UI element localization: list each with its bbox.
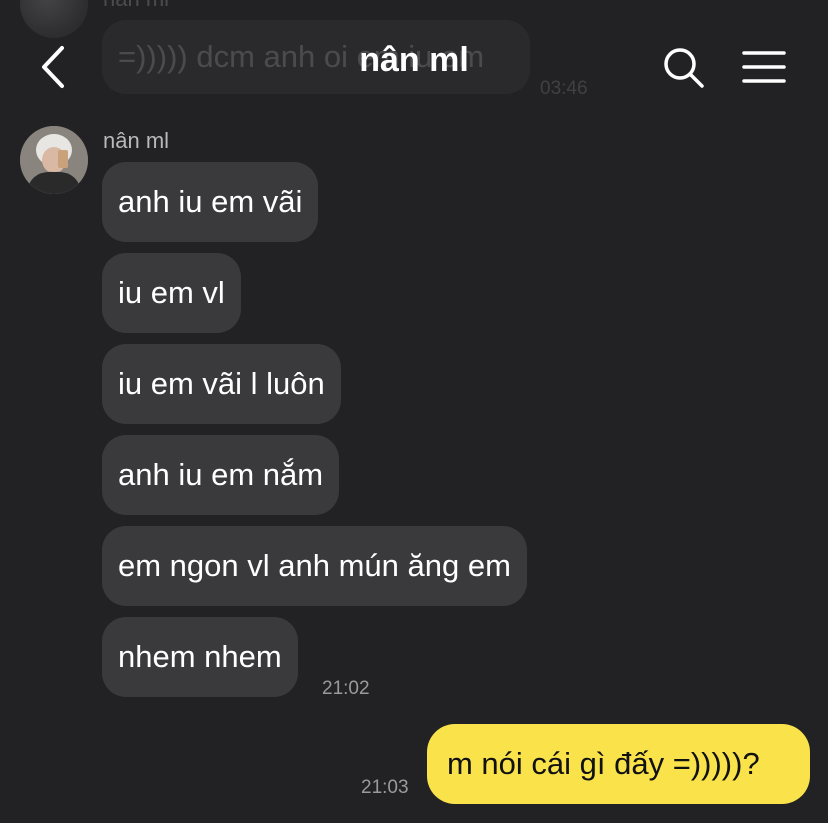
outgoing-message-bubble[interactable]: m nói cái gì đấy =)))))? [427, 724, 810, 804]
menu-icon [742, 51, 786, 83]
sender-avatar[interactable] [20, 126, 88, 194]
outgoing-message-time: 21:03 [361, 777, 409, 798]
message-bubble[interactable]: anh iu em vãi [102, 162, 319, 242]
message-bubble[interactable]: anh iu em nắm [102, 435, 340, 515]
incoming-message-time: 21:02 [322, 678, 370, 699]
message-bubble[interactable]: em ngon vl anh mún ăng em [102, 526, 527, 606]
sender-name: nân ml [103, 128, 170, 153]
message-bubble[interactable]: nhem nhem [102, 617, 298, 697]
chat-header: nân ml [0, 0, 828, 120]
message-bubble[interactable]: iu em vãi l luôn [102, 344, 341, 424]
menu-button[interactable] [740, 44, 788, 92]
search-button[interactable] [660, 44, 708, 92]
search-icon [664, 48, 704, 88]
avatar-image [20, 126, 88, 194]
message-bubble[interactable]: iu em vl [102, 253, 241, 333]
